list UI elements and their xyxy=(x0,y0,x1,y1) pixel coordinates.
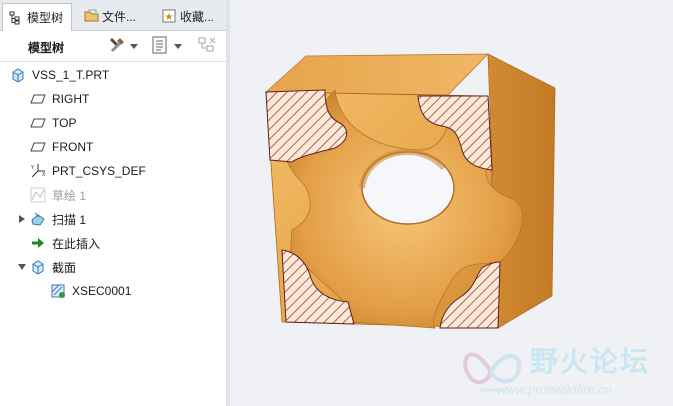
model-tree-panel: 模型树 文件... ★ 收藏... 模型树 VSS_1_T.PRT RIGHT … xyxy=(0,0,227,406)
tree-item-sweep[interactable]: 扫描 1 xyxy=(30,208,86,230)
model-tree-toolbar: 模型树 xyxy=(0,31,226,62)
datum-plane-icon xyxy=(30,139,46,155)
tree-item-xsec0001[interactable]: XSEC0001 xyxy=(50,280,131,302)
tree-item-label: 在此插入 xyxy=(52,236,101,251)
tree-item-label: XSEC0001 xyxy=(72,284,132,298)
chevron-down-icon xyxy=(174,39,182,53)
datum-plane-icon xyxy=(30,115,46,131)
tree-item-front[interactable]: FRONT xyxy=(30,136,93,158)
panel-tab-bar: 模型树 文件... ★ 收藏... xyxy=(0,0,226,31)
svg-text:★: ★ xyxy=(165,12,174,23)
watermark-title: 野火论坛 xyxy=(530,345,651,378)
expand-toggle[interactable] xyxy=(17,213,27,223)
tree-item-label: RIGHT xyxy=(52,92,90,106)
folder-icon xyxy=(84,9,99,23)
svg-text:X: X xyxy=(42,172,46,178)
tree-item-sections[interactable]: 截面 xyxy=(30,256,76,278)
csys-icon: YX xyxy=(30,163,46,179)
collapse-toggle[interactable] xyxy=(17,261,27,271)
tree-item-label: TOP xyxy=(52,116,77,130)
tab-label: 模型树 xyxy=(27,11,64,25)
tree-item-label: 扫描 1 xyxy=(52,212,87,227)
datum-plane-icon xyxy=(30,91,46,107)
settings-button[interactable] xyxy=(108,37,138,55)
tree-item-label: PRT_CSYS_DEF xyxy=(52,164,146,178)
sketch-icon xyxy=(30,187,46,203)
tab-favorites[interactable]: ★ 收藏... xyxy=(156,3,226,29)
svg-text:Y: Y xyxy=(30,165,35,171)
tab-folder-browser[interactable]: 文件... xyxy=(78,3,150,29)
tab-label: 文件... xyxy=(102,9,137,24)
chevron-down-icon xyxy=(130,39,138,53)
tree-item-top[interactable]: TOP xyxy=(30,112,76,134)
tree-item-label: 草绘 1 xyxy=(52,188,87,203)
section-icon xyxy=(30,259,46,275)
tree-root-label: VSS_1_T.PRT xyxy=(32,68,110,82)
show-button[interactable] xyxy=(152,36,182,57)
list-icon xyxy=(152,36,168,57)
tab-model-tree[interactable]: 模型树 xyxy=(2,3,72,31)
tools-icon xyxy=(108,36,126,57)
tree-item-label: 截面 xyxy=(52,260,77,275)
filter-icon xyxy=(198,36,218,57)
favorites-icon: ★ xyxy=(162,9,176,23)
tree-root[interactable]: VSS_1_T.PRT xyxy=(10,64,109,86)
xsection-icon xyxy=(50,283,66,299)
model-tree-icon xyxy=(9,11,23,25)
graphics-viewport[interactable]: 野火论坛 www.proewildfire.cn xyxy=(230,0,673,406)
tab-label: 收藏... xyxy=(180,9,215,24)
tree-item-insert-here[interactable]: 在此插入 xyxy=(30,232,100,254)
toolbar-title: 模型树 xyxy=(28,41,65,55)
tree-item-sketch[interactable]: 草绘 1 xyxy=(30,184,86,206)
insert-arrow-icon xyxy=(30,235,46,251)
sweep-icon xyxy=(30,211,46,227)
tree-item-label: FRONT xyxy=(52,140,94,154)
part-icon xyxy=(10,67,26,83)
filter-button[interactable] xyxy=(198,37,218,55)
forum-watermark: 野火论坛 www.proewildfire.cn xyxy=(460,340,673,406)
tree-item-right[interactable]: RIGHT xyxy=(30,88,89,110)
top-face xyxy=(264,53,489,96)
watermark-url: www.proewildfire.cn xyxy=(497,382,612,397)
tree-item-csys[interactable]: YX PRT_CSYS_DEF xyxy=(30,160,146,182)
